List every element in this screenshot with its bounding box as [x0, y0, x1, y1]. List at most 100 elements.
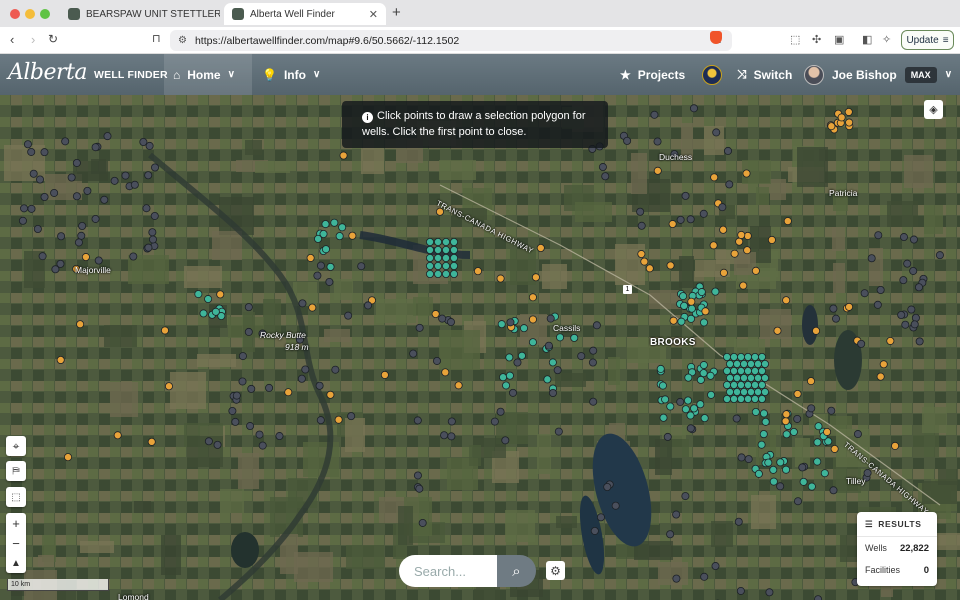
orange-well-marker[interactable]: [793, 389, 802, 398]
active-well-marker[interactable]: [813, 457, 822, 466]
active-well-marker[interactable]: [321, 245, 330, 254]
active-well-marker[interactable]: [441, 237, 450, 246]
active-well-marker[interactable]: [758, 366, 767, 375]
inactive-well-marker[interactable]: [316, 416, 325, 425]
inactive-well-marker[interactable]: [496, 407, 505, 416]
active-well-marker[interactable]: [744, 380, 753, 389]
inactive-well-marker[interactable]: [316, 261, 325, 270]
inactive-well-marker[interactable]: [50, 188, 59, 197]
active-well-marker[interactable]: [751, 407, 760, 416]
inactive-well-marker[interactable]: [238, 352, 247, 361]
inactive-well-marker[interactable]: [744, 455, 753, 464]
active-well-marker[interactable]: [733, 373, 742, 382]
active-well-marker[interactable]: [723, 394, 732, 403]
active-well-marker[interactable]: [737, 366, 746, 375]
active-well-marker[interactable]: [747, 359, 756, 368]
active-well-marker[interactable]: [726, 359, 735, 368]
inactive-well-marker[interactable]: [676, 215, 685, 224]
inactive-well-marker[interactable]: [712, 128, 721, 137]
active-well-marker[interactable]: [684, 396, 693, 405]
inactive-well-marker[interactable]: [506, 318, 515, 327]
active-well-marker[interactable]: [758, 352, 767, 361]
orange-well-marker[interactable]: [710, 173, 719, 182]
orange-well-marker[interactable]: [147, 437, 156, 446]
inactive-well-marker[interactable]: [793, 497, 802, 506]
orange-well-marker[interactable]: [830, 444, 839, 453]
inactive-well-marker[interactable]: [589, 346, 598, 355]
active-well-marker[interactable]: [744, 366, 753, 375]
active-well-marker[interactable]: [441, 245, 450, 254]
reload-icon[interactable]: ↻: [48, 32, 58, 46]
inactive-well-marker[interactable]: [258, 441, 267, 450]
results-panel[interactable]: ☰ RESULTS Wells 22,822 Facilities 0: [857, 512, 937, 586]
inactive-well-marker[interactable]: [57, 232, 66, 241]
inactive-well-marker[interactable]: [36, 175, 45, 184]
active-well-marker[interactable]: [505, 371, 514, 380]
inactive-well-marker[interactable]: [244, 303, 253, 312]
inactive-well-marker[interactable]: [344, 311, 353, 320]
inactive-well-marker[interactable]: [637, 221, 646, 230]
inactive-well-marker[interactable]: [94, 256, 103, 265]
inactive-well-marker[interactable]: [623, 136, 632, 145]
inactive-well-marker[interactable]: [700, 572, 709, 581]
nav-info[interactable]: 💡 Info ∨: [262, 54, 320, 95]
inactive-well-marker[interactable]: [686, 424, 695, 433]
active-well-marker[interactable]: [441, 253, 450, 262]
orange-well-marker[interactable]: [719, 225, 728, 234]
orange-well-marker[interactable]: [164, 382, 173, 391]
polygon-select-button[interactable]: ⛿: [6, 461, 26, 481]
active-well-marker[interactable]: [807, 482, 816, 491]
inactive-well-marker[interactable]: [876, 286, 885, 295]
active-well-marker[interactable]: [706, 371, 715, 380]
active-well-marker[interactable]: [737, 380, 746, 389]
inactive-well-marker[interactable]: [415, 484, 424, 493]
inactive-well-marker[interactable]: [244, 327, 253, 336]
satellite-map[interactable]: Duchess Patricia Majorville Cassils BROO…: [0, 95, 960, 600]
active-well-marker[interactable]: [751, 366, 760, 375]
active-well-marker[interactable]: [769, 465, 778, 474]
orange-well-marker[interactable]: [742, 169, 751, 178]
inactive-well-marker[interactable]: [909, 266, 918, 275]
active-well-marker[interactable]: [679, 292, 688, 301]
active-well-marker[interactable]: [751, 352, 760, 361]
orange-well-marker[interactable]: [743, 231, 752, 240]
inactive-well-marker[interactable]: [676, 397, 685, 406]
nav-home[interactable]: ⌂ Home ∨: [164, 54, 252, 95]
active-well-marker[interactable]: [449, 261, 458, 270]
inactive-well-marker[interactable]: [831, 314, 840, 323]
brave-shield-icon[interactable]: [710, 31, 722, 44]
inactive-well-marker[interactable]: [297, 374, 306, 383]
close-tab-icon[interactable]: ✕: [369, 8, 378, 21]
extensions-icon[interactable]: ✣: [812, 33, 821, 46]
orange-well-marker[interactable]: [640, 257, 649, 266]
orange-well-marker[interactable]: [496, 274, 505, 283]
inactive-well-marker[interactable]: [590, 526, 599, 535]
inactive-well-marker[interactable]: [232, 391, 241, 400]
layers-button[interactable]: ◈: [924, 100, 943, 119]
inactive-well-marker[interactable]: [686, 215, 695, 224]
orange-well-marker[interactable]: [668, 220, 677, 229]
active-well-marker[interactable]: [520, 324, 529, 333]
inactive-well-marker[interactable]: [91, 143, 100, 152]
orange-well-marker[interactable]: [739, 281, 748, 290]
active-well-marker[interactable]: [757, 440, 766, 449]
inactive-well-marker[interactable]: [246, 422, 255, 431]
orange-well-marker[interactable]: [886, 336, 895, 345]
inactive-well-marker[interactable]: [681, 492, 690, 501]
sidebar-icon[interactable]: ◧: [862, 33, 872, 46]
inactive-well-marker[interactable]: [438, 314, 447, 323]
active-well-marker[interactable]: [570, 333, 579, 342]
inactive-well-marker[interactable]: [829, 486, 838, 495]
active-well-marker[interactable]: [433, 269, 442, 278]
inactive-well-marker[interactable]: [447, 432, 456, 441]
inactive-well-marker[interactable]: [204, 437, 213, 446]
active-well-marker[interactable]: [204, 295, 213, 304]
active-well-marker[interactable]: [433, 261, 442, 270]
inactive-well-marker[interactable]: [33, 224, 42, 233]
nav-switch[interactable]: ⤨ Switch: [702, 54, 792, 95]
inactive-well-marker[interactable]: [83, 186, 92, 195]
orange-well-marker[interactable]: [348, 231, 357, 240]
update-button[interactable]: Update ≡: [901, 30, 954, 50]
inactive-well-marker[interactable]: [148, 228, 157, 237]
compass-button[interactable]: ▲: [6, 553, 26, 573]
